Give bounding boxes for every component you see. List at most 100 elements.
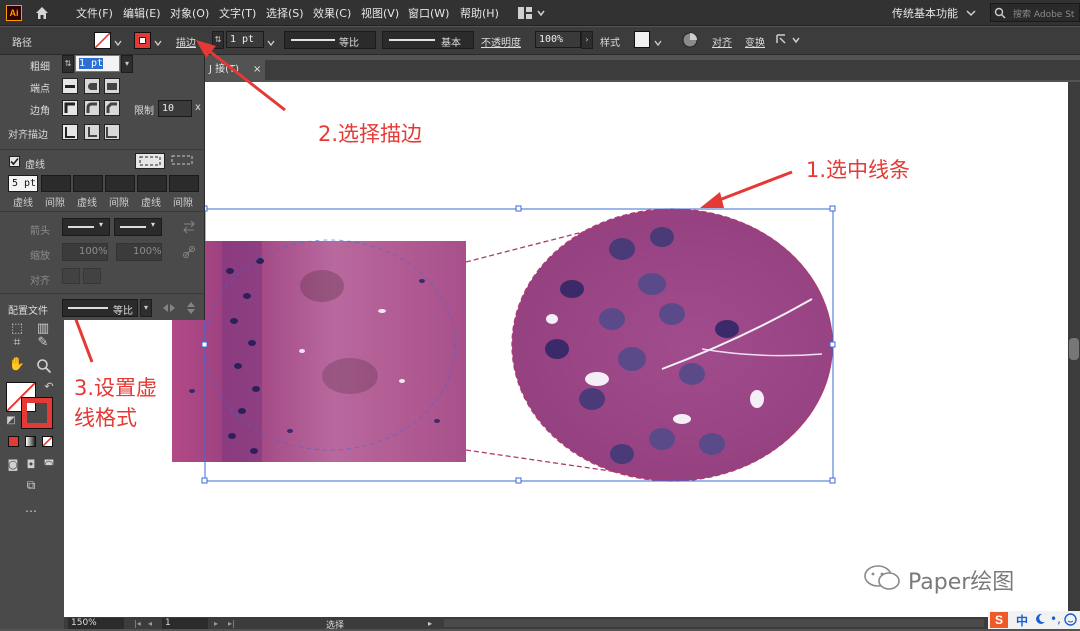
none-mode-icon[interactable]	[42, 436, 53, 447]
graphic-style-swatch[interactable]	[634, 31, 650, 48]
document-tab[interactable]: J 接(T) ×	[205, 60, 265, 80]
gap-3-field[interactable]	[169, 175, 199, 192]
flip-along-icon[interactable]	[162, 301, 176, 315]
start-arrowhead-select[interactable]: ▾	[62, 218, 110, 236]
projecting-cap-icon[interactable]	[104, 78, 120, 94]
search-field[interactable]: 搜索 Adobe St	[990, 3, 1080, 22]
start-scale-field[interactable]: 100%	[62, 243, 108, 261]
weight-stepper[interactable]: ⇅	[62, 55, 74, 73]
round-cap-icon[interactable]	[84, 78, 100, 94]
draw-inside-icon[interactable]: ◚	[40, 456, 58, 474]
end-arrowhead-select[interactable]: ▾	[114, 218, 162, 236]
workspace-chevron-icon[interactable]	[966, 8, 976, 18]
zoomed-circle-image[interactable]	[512, 209, 833, 481]
swap-arrowheads-icon[interactable]	[182, 220, 196, 234]
stroke-weight-dropdown-icon[interactable]	[267, 37, 275, 47]
end-scale-field[interactable]: 100%	[116, 243, 162, 261]
menu-select[interactable]: 选择(S)	[266, 5, 304, 21]
eyedropper-tool-icon[interactable]: ✎	[34, 334, 52, 352]
align-center-icon[interactable]	[62, 124, 78, 140]
horizontal-scrollbar[interactable]	[444, 619, 984, 627]
dash-3-field[interactable]	[137, 175, 167, 192]
ime-emoji-icon[interactable]	[1064, 613, 1077, 626]
menu-object[interactable]: 对象(O)	[170, 5, 209, 21]
profile-dropdown-button[interactable]: ▾	[140, 299, 152, 317]
ime-moon-icon[interactable]	[1034, 613, 1046, 625]
artboard-number-field[interactable]: 1	[162, 618, 208, 629]
gap-1-field[interactable]	[41, 175, 71, 192]
stroke-dropdown-icon[interactable]	[154, 37, 162, 47]
vertical-scroll-thumb[interactable]	[1069, 338, 1079, 360]
dash-2-field[interactable]	[73, 175, 103, 192]
last-artboard-icon[interactable]: ▸|	[228, 619, 235, 628]
gradient-mode-icon[interactable]	[25, 436, 36, 447]
align-inside-icon[interactable]	[84, 124, 100, 140]
sogou-logo-icon[interactable]: S	[990, 612, 1008, 628]
arrow-place-icon[interactable]	[83, 268, 101, 284]
menu-edit[interactable]: 编辑(E)	[123, 5, 161, 21]
first-artboard-icon[interactable]: |◂	[134, 619, 141, 628]
zoom-tool-icon[interactable]	[36, 358, 52, 374]
more-tools-icon[interactable]: ⋯	[22, 502, 40, 520]
home-icon[interactable]	[34, 5, 50, 21]
fill-dropdown-icon[interactable]	[114, 37, 122, 47]
prev-artboard-icon[interactable]: ◂	[148, 619, 152, 628]
align-outside-icon[interactable]	[104, 124, 120, 140]
stroke-weight-field[interactable]: 1 pt	[226, 31, 264, 48]
color-mode-icon[interactable]	[8, 436, 19, 447]
bevel-join-icon[interactable]	[104, 100, 120, 116]
brush-definition[interactable]: 基本	[382, 31, 474, 49]
limit-field[interactable]: 10	[158, 100, 192, 117]
stroke-color-box[interactable]	[21, 397, 53, 429]
stroke-swatch[interactable]	[134, 32, 151, 49]
status-menu-icon[interactable]: ▸	[428, 619, 432, 628]
butt-cap-icon[interactable]	[62, 78, 78, 94]
preserve-dash-icon[interactable]	[135, 153, 165, 169]
stroke-weight-stepper[interactable]: ⇅	[212, 31, 224, 49]
fill-swatch[interactable]	[94, 32, 111, 49]
swap-fill-stroke-icon[interactable]: ↶	[40, 378, 58, 396]
menu-help[interactable]: 帮助(H)	[460, 5, 499, 21]
opacity-label-link[interactable]: 不透明度	[481, 34, 521, 49]
histology-image[interactable]	[172, 241, 466, 462]
profile-select[interactable]: 等比	[62, 299, 138, 317]
align-dash-corners-icon[interactable]	[168, 153, 198, 169]
recolor-artwork-icon[interactable]	[682, 32, 698, 48]
ime-punctuation-icon[interactable]: •,	[1050, 612, 1061, 626]
draw-normal-icon[interactable]: ◙	[4, 456, 22, 474]
variable-width-profile[interactable]: 等比	[284, 31, 376, 49]
next-artboard-icon[interactable]: ▸	[214, 619, 218, 628]
hand-tool-icon[interactable]: ✋	[8, 356, 26, 374]
menu-window[interactable]: 窗口(W)	[408, 5, 449, 21]
isolate-object-icon[interactable]	[775, 33, 803, 47]
menu-type[interactable]: 文字(T)	[219, 5, 256, 21]
round-join-icon[interactable]	[84, 100, 100, 116]
dash-1-field[interactable]: 5 pt	[8, 175, 38, 192]
arrange-documents-icon[interactable]	[518, 7, 546, 19]
flip-across-icon[interactable]	[184, 301, 198, 315]
miter-join-icon[interactable]	[62, 100, 78, 116]
crop-tool-icon[interactable]: ⌗	[8, 334, 26, 352]
opacity-arrow-button[interactable]: ›	[581, 31, 593, 49]
weight-dropdown-button[interactable]: ▾	[121, 55, 133, 73]
menu-view[interactable]: 视图(V)	[361, 5, 399, 21]
weight-field[interactable]: 1 pt	[75, 55, 120, 72]
workspace-switcher[interactable]: 传统基本功能	[892, 5, 958, 21]
dashed-line-checkbox[interactable]	[9, 156, 20, 167]
arrow-extend-icon[interactable]	[62, 268, 80, 284]
link-scale-icon[interactable]	[182, 245, 196, 259]
document-tab-close-icon[interactable]: ×	[253, 60, 261, 80]
draw-behind-icon[interactable]: ◘	[22, 456, 40, 474]
gap-2-field[interactable]	[105, 175, 135, 192]
default-colors-icon[interactable]: ◩	[2, 412, 20, 430]
align-link[interactable]: 对齐	[712, 34, 732, 49]
zoom-field[interactable]: 150%	[68, 618, 124, 629]
ime-language[interactable]: 中	[1016, 612, 1028, 629]
menu-file[interactable]: 文件(F)	[76, 5, 113, 21]
stroke-label-link[interactable]: 描边	[176, 34, 196, 49]
transform-link[interactable]: 变换	[745, 34, 765, 49]
vertical-scrollbar[interactable]	[1068, 82, 1080, 617]
screen-mode-icon[interactable]: ⧉	[22, 476, 40, 494]
menu-effect[interactable]: 效果(C)	[313, 5, 351, 21]
graphic-style-dropdown-icon[interactable]	[654, 37, 662, 47]
